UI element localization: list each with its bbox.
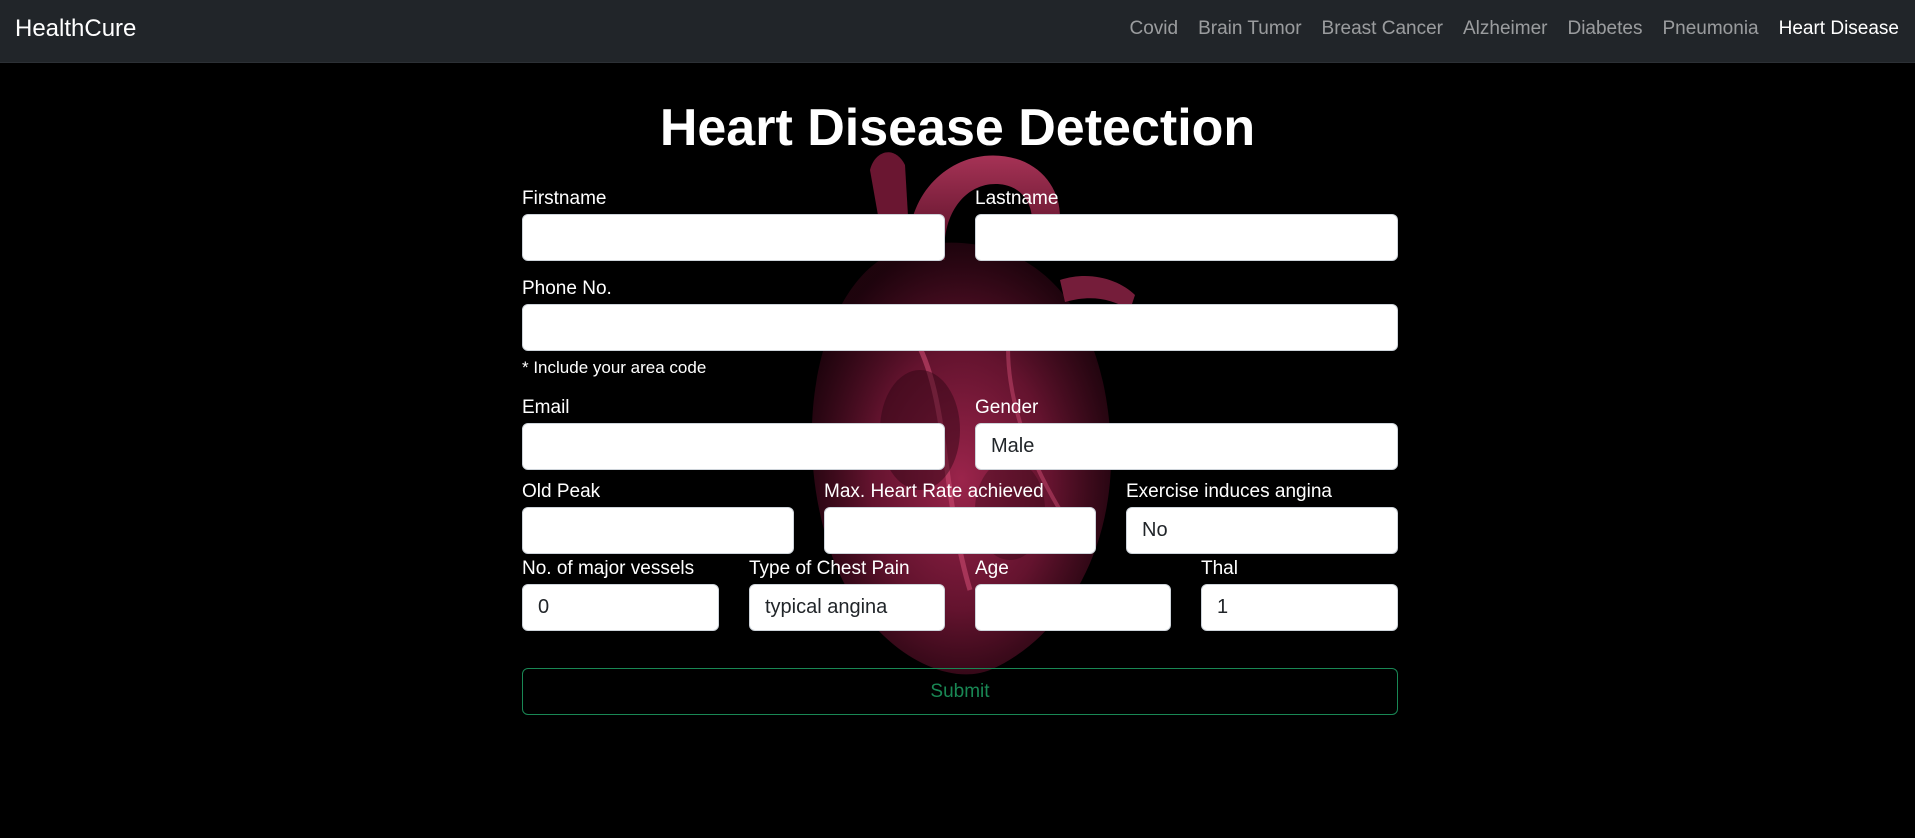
- age-input[interactable]: [975, 584, 1171, 631]
- nav-links: Covid Brain Tumor Breast Cancer Alzheime…: [1109, 0, 1899, 58]
- email-label: Email: [522, 397, 570, 418]
- chest-pain-select[interactable]: typical angina: [749, 584, 945, 631]
- brand-link[interactable]: HealthCure: [15, 15, 136, 43]
- major-vessels-label: No. of major vessels: [522, 558, 695, 579]
- nav-link-brain-tumor[interactable]: Brain Tumor: [1198, 18, 1301, 40]
- phone-label: Phone No.: [522, 278, 612, 299]
- exercise-angina-label: Exercise induces angina: [1126, 481, 1332, 502]
- phone-help-text: * Include your area code: [522, 358, 707, 377]
- lastname-label: Lastname: [975, 188, 1059, 209]
- nav-link-breast-cancer[interactable]: Breast Cancer: [1322, 18, 1443, 40]
- gender-select[interactable]: Male: [975, 423, 1398, 470]
- chest-pain-selected-value: typical angina: [765, 596, 888, 618]
- page-title: Heart Disease Detection: [659, 99, 1256, 157]
- email-input[interactable]: [522, 423, 945, 470]
- max-heart-rate-label: Max. Heart Rate achieved: [824, 481, 1044, 502]
- major-vessels-selected-value: 0: [538, 596, 550, 618]
- navbar: HealthCure Covid Brain Tumor Breast Canc…: [0, 0, 1915, 63]
- old-peak-label: Old Peak: [522, 481, 601, 502]
- chest-pain-label: Type of Chest Pain: [749, 558, 910, 579]
- nav-link-alzheimer[interactable]: Alzheimer: [1463, 18, 1547, 40]
- gender-selected-value: Male: [991, 435, 1035, 457]
- phone-input[interactable]: [522, 304, 1398, 351]
- exercise-angina-select[interactable]: No: [1126, 507, 1398, 554]
- lastname-input[interactable]: [975, 214, 1398, 261]
- nav-link-covid[interactable]: Covid: [1129, 18, 1178, 40]
- firstname-input[interactable]: [522, 214, 945, 261]
- major-vessels-select[interactable]: 0: [522, 584, 719, 631]
- exercise-angina-selected-value: No: [1142, 519, 1168, 541]
- age-label: Age: [975, 558, 1009, 579]
- nav-link-pneumonia[interactable]: Pneumonia: [1662, 18, 1758, 40]
- max-heart-rate-input[interactable]: [824, 507, 1096, 554]
- nav-link-diabetes[interactable]: Diabetes: [1567, 18, 1642, 40]
- submit-button[interactable]: Submit: [522, 668, 1398, 715]
- thal-selected-value: 1: [1217, 596, 1229, 618]
- firstname-label: Firstname: [522, 188, 607, 209]
- gender-label: Gender: [975, 397, 1039, 418]
- old-peak-input[interactable]: [522, 507, 794, 554]
- thal-select[interactable]: 1: [1201, 584, 1398, 631]
- thal-label: Thal: [1201, 558, 1238, 579]
- nav-link-heart-disease[interactable]: Heart Disease: [1779, 18, 1899, 40]
